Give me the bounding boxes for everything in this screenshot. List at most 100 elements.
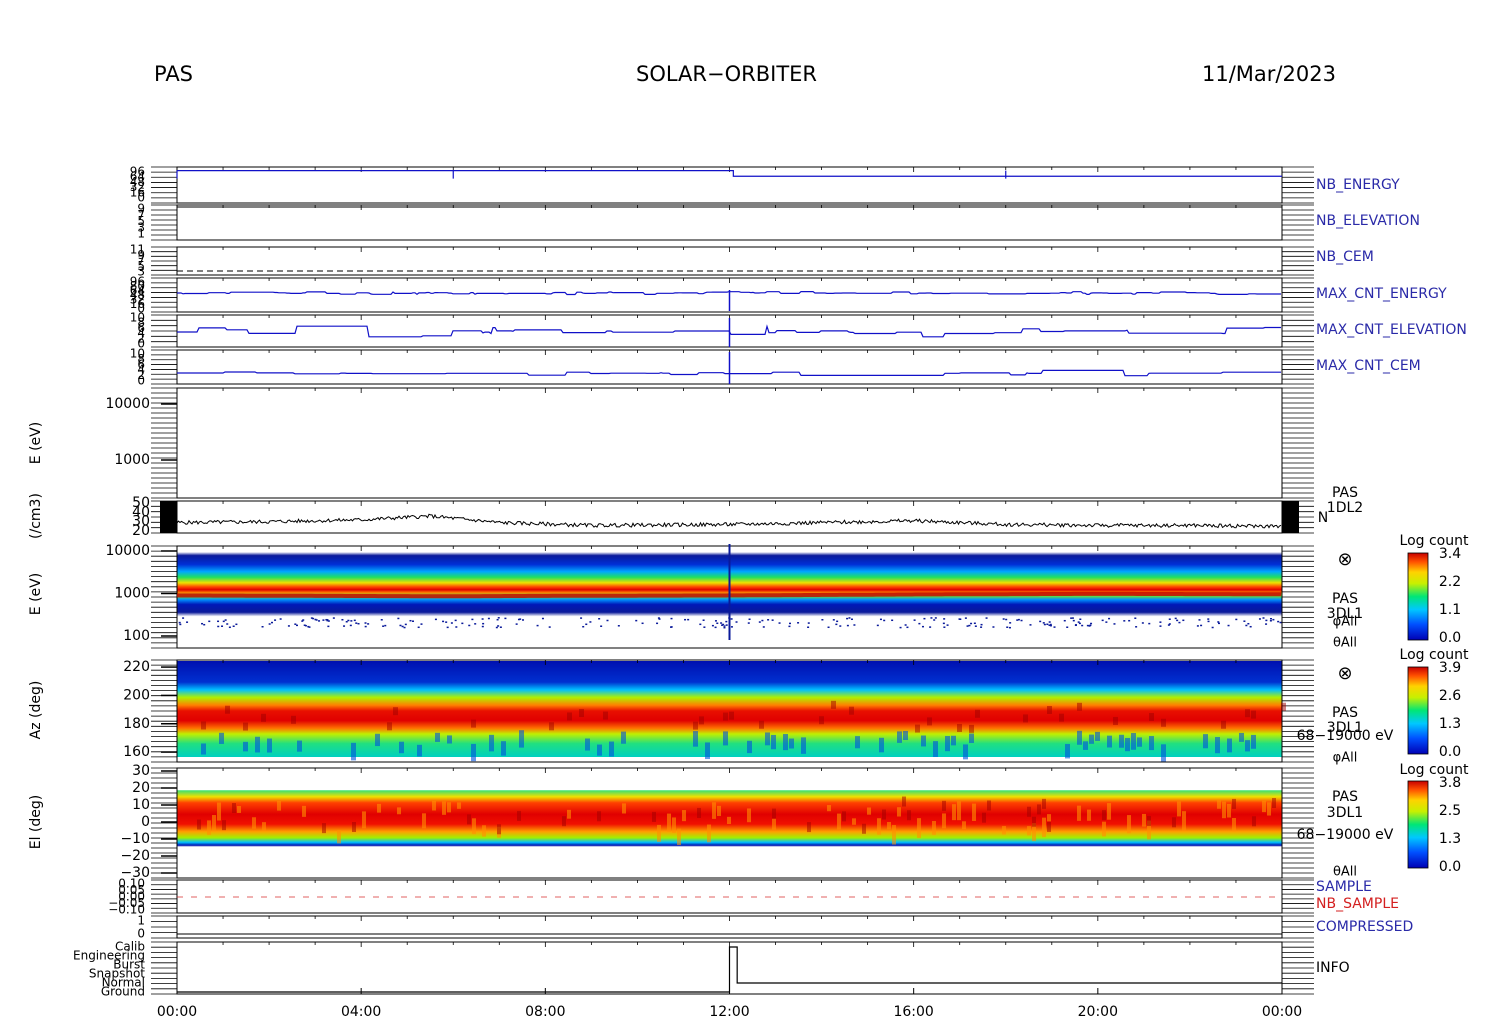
energy-speckle xyxy=(228,626,231,629)
energy-speckle xyxy=(929,626,932,628)
energy-speckle xyxy=(201,622,204,625)
energy-speckle xyxy=(261,626,264,628)
azimuth-texture xyxy=(1203,734,1208,749)
energy-speckle xyxy=(203,623,206,626)
energy-speckle xyxy=(913,619,916,621)
energy-speckle xyxy=(420,623,423,625)
energy-speckle xyxy=(271,621,274,624)
elevation-texture xyxy=(867,807,871,815)
energy-speckle xyxy=(1247,622,1250,625)
azimuth-y-axis-label: Az (deg) xyxy=(28,681,44,740)
azimuth-texture xyxy=(975,709,980,718)
energy-speckle xyxy=(367,623,370,625)
elevation-label-energy-range: 68−19000 eV xyxy=(1297,827,1394,843)
azimuth-colorbar-tick: 3.9 xyxy=(1439,660,1461,676)
energy-speckle xyxy=(1262,617,1265,619)
elevation-texture xyxy=(337,829,341,844)
azimuth-texture xyxy=(783,734,788,751)
energy-speckle xyxy=(899,626,902,629)
energy-speckle xyxy=(904,624,907,626)
energy-speckle xyxy=(304,624,307,627)
time-tick-label: 16:00 xyxy=(893,1004,933,1020)
azimuth-texture xyxy=(705,742,710,760)
energy-speckle xyxy=(761,619,764,622)
azimuth-texture xyxy=(693,731,698,747)
elevation-label-theta: θAll xyxy=(1333,865,1357,880)
azimuth-texture xyxy=(1125,738,1130,752)
energy-speckle xyxy=(600,625,603,627)
elevation-texture xyxy=(902,796,906,807)
energy-speckle xyxy=(1200,624,1203,627)
elevation-texture xyxy=(1222,801,1226,819)
elevation-texture xyxy=(1172,817,1176,828)
elevation-texture xyxy=(302,805,306,817)
energy-speckle xyxy=(499,626,502,628)
energy-speckle xyxy=(1070,617,1073,619)
energy-speckle xyxy=(1053,626,1056,628)
energy-speckle xyxy=(1005,618,1008,621)
elevation-texture xyxy=(1232,798,1236,809)
elevation-texture xyxy=(1262,800,1266,813)
azimuth-colorbar-tick: 1.3 xyxy=(1439,716,1461,732)
elevation-texture xyxy=(657,824,661,842)
info-label: INFO xyxy=(1316,960,1350,976)
energy-speckle xyxy=(487,617,490,620)
elevation-texture xyxy=(1032,816,1036,827)
energy-speckle xyxy=(1002,618,1005,620)
energy-speckle xyxy=(832,619,835,621)
elevation-texture xyxy=(622,803,626,814)
azimuth-texture xyxy=(471,719,476,728)
elevation-texture xyxy=(252,817,256,829)
elevation-texture xyxy=(1042,817,1046,838)
energy-speckle xyxy=(906,626,909,629)
energy-speckle xyxy=(1123,620,1126,622)
energy-speckle xyxy=(1006,626,1009,628)
azimuth-texture xyxy=(771,734,776,750)
elevation-texture xyxy=(362,811,366,829)
elevation-label-pas: PAS xyxy=(1332,789,1358,805)
azimuth-label-phi: φAll xyxy=(1333,751,1358,766)
density-label-pas: PAS xyxy=(1332,485,1358,501)
time-tick-label: 04:00 xyxy=(341,1004,381,1020)
energy-speckle xyxy=(789,622,792,625)
elevation-texture xyxy=(1217,800,1221,809)
elevation-colorbar xyxy=(1407,780,1429,869)
azimuth-texture xyxy=(609,741,614,757)
elevation-texture xyxy=(422,813,426,829)
energy-speckle xyxy=(1086,624,1089,627)
azimuth-texture xyxy=(489,734,494,752)
azimuth-texture xyxy=(855,736,860,749)
azimuth-texture xyxy=(927,717,932,726)
azimuth-colorbar-tick: 0.0 xyxy=(1439,744,1461,760)
sample-label: SAMPLE xyxy=(1316,879,1372,895)
azimuth-texture xyxy=(897,731,902,743)
energy-speckle xyxy=(942,622,945,625)
elevation-texture xyxy=(852,818,856,825)
energy-speckle xyxy=(788,625,791,628)
elevation-texture xyxy=(397,807,401,815)
energy-speckle xyxy=(1167,624,1170,626)
energy-speckle xyxy=(295,624,298,627)
energy-speckle xyxy=(684,618,687,621)
elevation-texture xyxy=(652,811,656,822)
azimuth-texture xyxy=(723,731,728,746)
energy-speckle xyxy=(343,625,346,627)
energy-speckle xyxy=(635,619,638,622)
energy-speckle xyxy=(178,621,181,624)
energy-speckle xyxy=(598,618,601,620)
energy-speckle xyxy=(279,618,282,620)
elevation-texture xyxy=(877,818,881,835)
energy-speckle xyxy=(1243,620,1246,622)
energy-speckle xyxy=(1218,622,1221,625)
energy-speckle xyxy=(454,619,457,622)
energy-speckle xyxy=(353,619,356,622)
energy-speckle xyxy=(943,626,946,628)
time-tick-label: 12:00 xyxy=(709,1004,749,1020)
energy-speckle xyxy=(1265,619,1268,622)
energy-colorbar xyxy=(1407,552,1429,641)
energy-label-theta: θAll xyxy=(1333,636,1357,651)
elevation-y-tick-label: −30 xyxy=(120,865,150,881)
energy-speckle xyxy=(364,625,367,628)
energy-speckle xyxy=(409,619,412,622)
energy-speckle xyxy=(1265,623,1268,625)
